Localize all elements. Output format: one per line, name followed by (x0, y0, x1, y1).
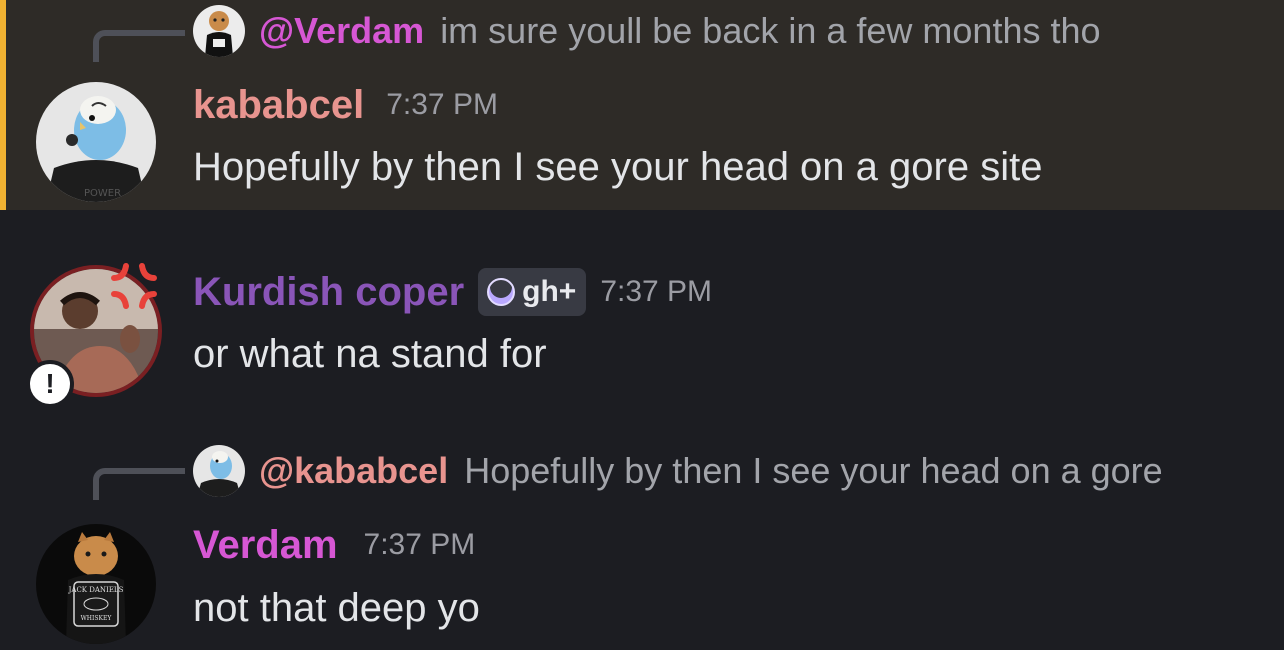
reply-connector (93, 30, 185, 62)
timestamp[interactable]: 7:37 PM (386, 88, 498, 122)
message-item[interactable]: @Verdam im sure youll be back in a few m… (0, 0, 1284, 210)
reply-mention[interactable]: @Verdam (259, 10, 424, 52)
message-header: Kurdish coper gh+ 7:37 PM (193, 266, 712, 318)
reply-preview[interactable]: @Verdam im sure youll be back in a few m… (193, 5, 1101, 57)
status-badge: ! (26, 360, 74, 408)
guild-tag[interactable]: gh+ (478, 268, 587, 316)
message-item[interactable]: ! Kurdish coper gh+ 7:37 PM or what na s… (0, 210, 1284, 410)
message-header: Verdam 7:37 PM (193, 520, 475, 570)
username[interactable]: Verdam (193, 523, 338, 568)
reply-text[interactable]: Hopefully by then I see your head on a g… (464, 450, 1162, 492)
cat-avatar-icon[interactable]: JACK DANIELS WHISKEY (36, 524, 156, 644)
moon-icon (486, 276, 516, 307)
guild-tag-label: gh+ (522, 275, 577, 308)
username[interactable]: Kurdish coper (193, 270, 464, 315)
reply-mention[interactable]: @kababcel (259, 450, 448, 492)
message-header: kababcel 7:37 PM (193, 80, 498, 130)
svg-text:POWER: POWER (84, 188, 121, 199)
reply-text[interactable]: im sure youll be back in a few months th… (440, 10, 1100, 52)
svg-text:JACK DANIELS: JACK DANIELS (68, 586, 124, 594)
cat-avatar-icon[interactable] (193, 5, 245, 57)
svg-text:WHISKEY: WHISKEY (81, 615, 113, 622)
parakeet-avatar-icon[interactable]: POWER (36, 82, 156, 202)
username[interactable]: kababcel (193, 83, 364, 128)
message-content: not that deep yo (193, 586, 480, 630)
message-content: or what na stand for (193, 332, 547, 376)
reply-connector (93, 468, 185, 500)
chat-message-list: @Verdam im sure youll be back in a few m… (0, 0, 1284, 650)
anger-symbol-icon (108, 260, 160, 312)
message-item[interactable]: @kababcel Hopefully by then I see your h… (0, 440, 1284, 650)
message-content: Hopefully by then I see your head on a g… (193, 145, 1043, 189)
timestamp[interactable]: 7:37 PM (364, 528, 476, 562)
parakeet-avatar-icon[interactable] (193, 445, 245, 497)
reply-preview[interactable]: @kababcel Hopefully by then I see your h… (193, 445, 1163, 497)
timestamp[interactable]: 7:37 PM (600, 275, 712, 309)
